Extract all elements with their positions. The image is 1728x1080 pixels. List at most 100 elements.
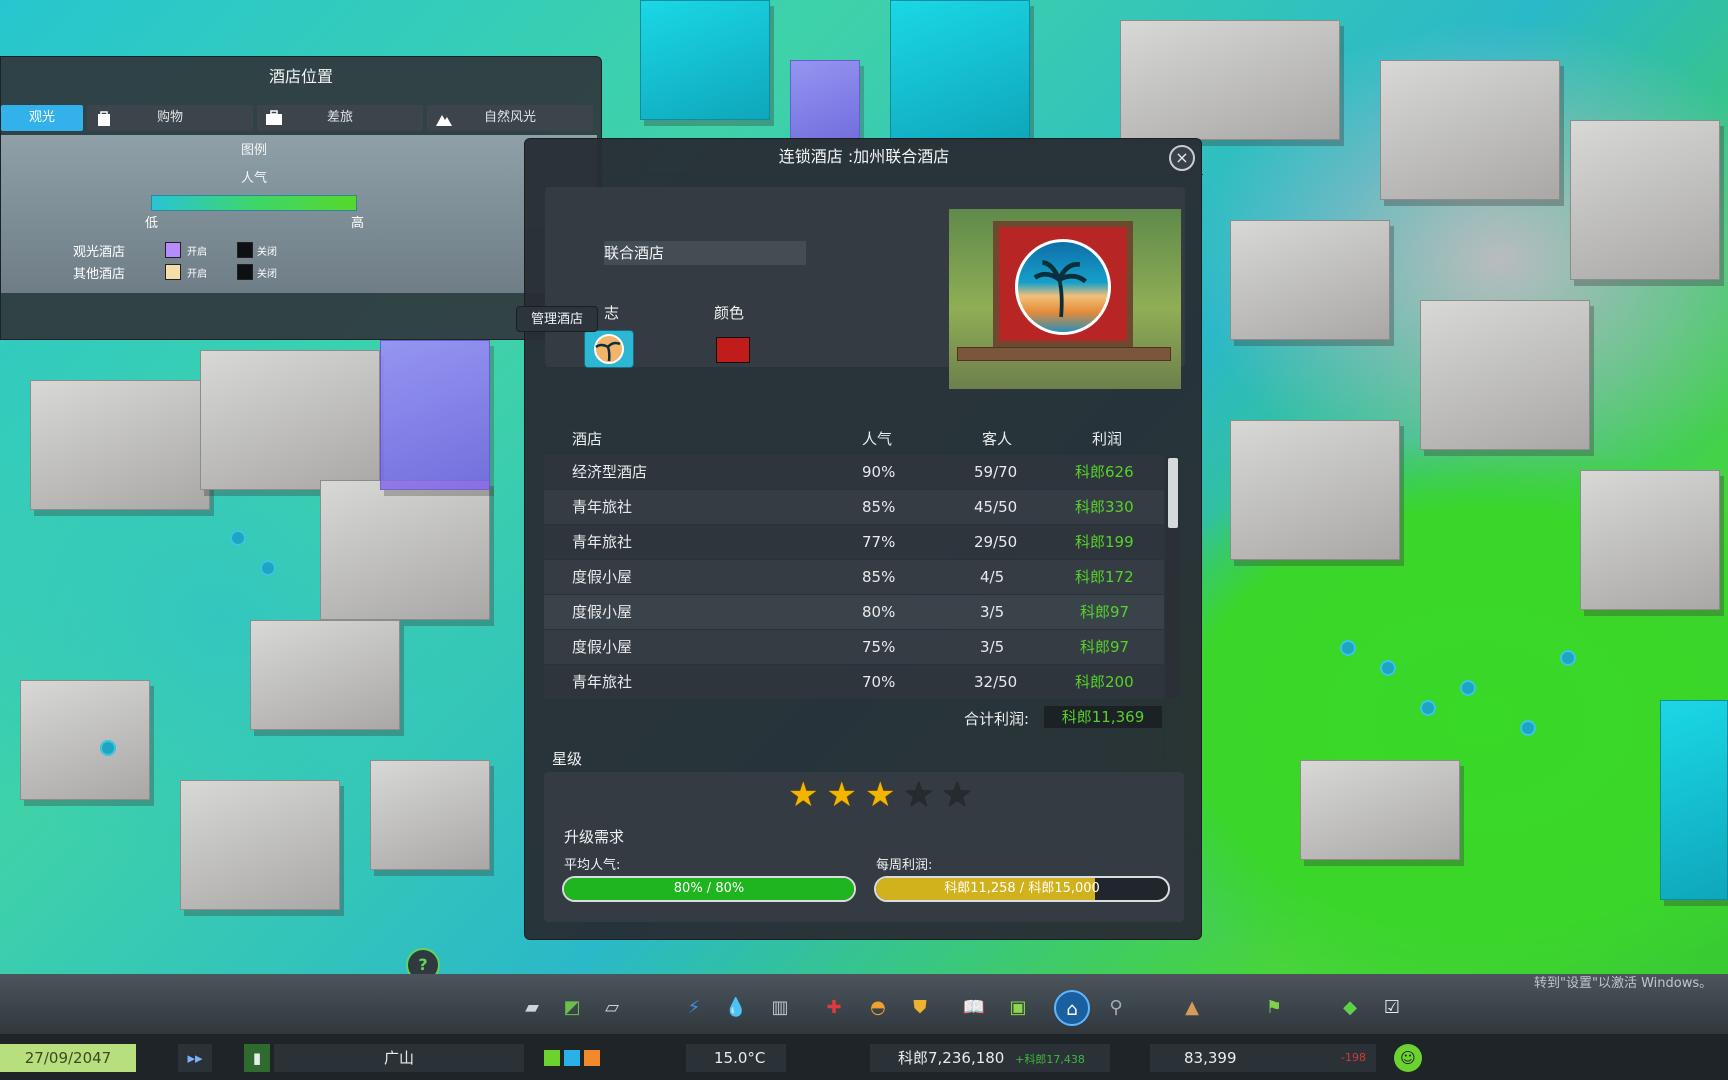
manage-hotels-button[interactable]: 管理酒店 (516, 306, 598, 332)
category-tabs: 观光 购物 差旅 自然风光 (1, 105, 597, 131)
tree (1520, 720, 1536, 736)
hotel-name: 度假小屋 (572, 568, 633, 586)
hotel-guests: 3/5 (980, 603, 1005, 621)
tab-label: 自然风光 (483, 110, 536, 125)
roads-icon[interactable]: ▰ (518, 994, 546, 1022)
game-date: 27/09/2047 (0, 1044, 136, 1072)
education-icon[interactable]: 📖 (960, 994, 988, 1022)
star-filled-icon: ★ (864, 775, 896, 815)
hotel-profit: 科郎200 (1075, 673, 1134, 691)
open-label: 开启 (187, 269, 207, 280)
column-header-profit[interactable]: 利润 (1092, 428, 1122, 449)
building (30, 380, 210, 510)
garbage-icon[interactable]: ▥ (766, 994, 794, 1022)
building (250, 620, 400, 730)
population-change: -198 (1341, 1051, 1366, 1064)
star-empty-icon: ★ (941, 775, 973, 815)
info-bar-green (544, 1050, 560, 1066)
healthcare-icon[interactable]: ✚ (820, 994, 848, 1022)
zoning-icon[interactable]: ◩ (558, 994, 586, 1022)
fire-icon[interactable]: ◓ (864, 994, 892, 1022)
tab-nature[interactable]: 自然风光 (427, 105, 593, 131)
table-row[interactable]: 青年旅社 77% 29/50 科郎199 (544, 525, 1164, 559)
info-views-icon[interactable] (544, 1044, 608, 1072)
hotel-position-panel: 酒店位置 观光 购物 差旅 自然风光 图例 人气 低 高 观光酒店 开启 关闭 … (0, 56, 602, 340)
happiness-icon[interactable]: ☺ (1394, 1044, 1422, 1072)
closed-label: 关闭 (257, 269, 277, 280)
closed-label: 关闭 (257, 247, 277, 258)
brand-color-swatch[interactable] (716, 337, 750, 363)
popularity-gradient (151, 195, 357, 211)
mountain-icon (436, 115, 452, 126)
table-row[interactable]: 度假小屋 75% 3/5 科郎97 (544, 630, 1164, 664)
close-button[interactable]: × (1169, 145, 1195, 171)
building (380, 340, 490, 490)
closed-swatch (237, 242, 253, 258)
building (20, 680, 150, 800)
column-header-hotel[interactable]: 酒店 (572, 428, 602, 449)
money-icon[interactable]: ◆ (1336, 994, 1364, 1022)
monuments-icon[interactable]: ⚲ (1102, 994, 1130, 1022)
tree (1460, 680, 1476, 696)
column-header-popularity[interactable]: 人气 (862, 428, 892, 449)
population: 83,399 -198 (1150, 1044, 1376, 1072)
weekly-profit-label: 每周利润: (876, 858, 933, 873)
tab-shopping[interactable]: 购物 (87, 105, 253, 131)
hotel-name: 度假小屋 (572, 603, 633, 621)
hotel-name: 经济型酒店 (572, 463, 648, 481)
building (200, 350, 380, 490)
table-row[interactable]: 经济型酒店 90% 59/70 科郎626 (544, 455, 1164, 489)
low-label: 低 (145, 216, 159, 231)
table-scrollbar[interactable] (1166, 456, 1180, 698)
hotel-profit: 科郎172 (1075, 568, 1134, 586)
table-row[interactable]: 度假小屋 80% 3/5 科郎97 (544, 595, 1164, 629)
building (1120, 20, 1340, 140)
tab-label: 购物 (156, 110, 183, 125)
chain-name-input[interactable]: 联合酒店 (604, 241, 806, 265)
play-speed-icon[interactable]: ▸▸ (178, 1044, 212, 1072)
hotel-icon[interactable]: ⌂ (1054, 990, 1090, 1026)
table-row[interactable]: 度假小屋 85% 4/5 科郎172 (544, 560, 1164, 594)
building (1230, 220, 1390, 340)
closed-swatch (237, 264, 253, 280)
tree (1380, 660, 1396, 676)
disasters-icon[interactable]: ⚑ (1260, 994, 1288, 1022)
hotel-guests: 45/50 (974, 498, 1018, 516)
hotel-popularity: 90% (862, 463, 896, 481)
hotel-sign-preview (949, 209, 1181, 389)
dialog-title: 连锁酒店 :加州联合酒店 (525, 139, 1203, 175)
upgrade-requirements-label: 升级需求 (564, 828, 625, 846)
tab-business[interactable]: 差旅 (257, 105, 423, 131)
column-header-guests[interactable]: 客人 (982, 428, 1012, 449)
table-row[interactable]: 青年旅社 70% 32/50 科郎200 (544, 665, 1164, 699)
open-swatch (165, 242, 181, 258)
police-icon[interactable]: ⛊ (906, 994, 934, 1022)
districts-icon[interactable]: ▱ (598, 994, 626, 1022)
pause-button[interactable]: ▮ (244, 1044, 270, 1072)
public-transport-icon[interactable]: ▣ (1004, 994, 1032, 1022)
legend-row-label: 观光酒店 (73, 245, 126, 260)
hotel-popularity: 85% (862, 568, 896, 586)
landscaping-icon[interactable]: ▲ (1178, 994, 1206, 1022)
district-name[interactable]: 广山 (274, 1044, 524, 1072)
scrollbar-thumb[interactable] (1168, 458, 1178, 528)
population-value: 83,399 (1184, 1049, 1237, 1067)
water-icon[interactable]: 💧 (722, 994, 750, 1022)
table-row[interactable]: 青年旅社 85% 45/50 科郎330 (544, 490, 1164, 524)
tree (1420, 700, 1436, 716)
logo-picker-button[interactable] (584, 330, 634, 368)
star-filled-icon: ★ (788, 775, 819, 815)
tab-sightseeing[interactable]: 观光 (1, 105, 83, 131)
checklist-icon[interactable]: ☑ (1378, 994, 1406, 1022)
hotel-name: 青年旅社 (572, 498, 633, 516)
windows-activation-watermark: 转到"设置"以激活 Windows。 (1534, 976, 1713, 991)
panel-title: 酒店位置 (268, 67, 333, 86)
hotel-popularity: 77% (862, 533, 896, 551)
legend-title: 图例 (240, 143, 267, 158)
hotel-profit: 科郎199 (1075, 533, 1134, 551)
money-value: 科郎7,236,180 (898, 1049, 1005, 1067)
building (1420, 300, 1590, 450)
electricity-icon[interactable]: ⚡ (680, 994, 708, 1022)
hotel-popularity: 70% (862, 673, 896, 691)
total-profit-value: 科郎11,369 (1044, 706, 1162, 728)
